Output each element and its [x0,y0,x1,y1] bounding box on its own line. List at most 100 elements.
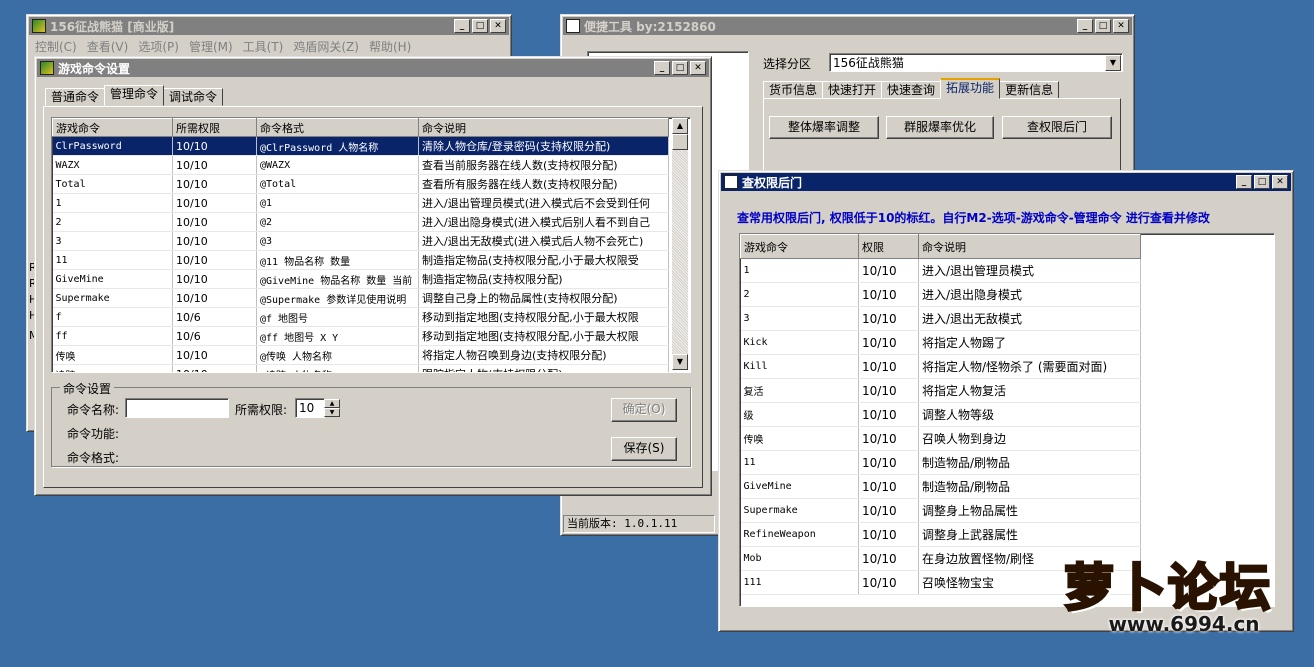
cell-command: 11 [52,250,173,270]
save-button[interactable]: 保存(S) [611,437,677,461]
cell-description: 调整人物等级 [918,402,1141,427]
close-icon[interactable]: ✕ [690,61,706,75]
menu-tools[interactable]: 工具(T) [239,38,288,55]
maximize-icon[interactable]: □ [1254,175,1270,189]
main-window-titlebar[interactable]: 156征战熊猫 [商业版] _ □ ✕ [29,17,509,35]
game-cmd-titlebar[interactable]: 游戏命令设置 _ □ ✕ [37,59,709,77]
tab-normal-commands[interactable]: 普通命令 [45,88,106,106]
col-command[interactable]: 游戏命令 [52,118,173,137]
maximize-icon[interactable]: □ [672,61,688,75]
spin-down-icon[interactable]: ▼ [324,408,340,417]
overall-droprate-button[interactable]: 整体爆率调整 [769,116,879,139]
col-permission[interactable]: 权限 [858,234,919,259]
scroll-up-icon[interactable]: ▲ [672,118,688,134]
minimize-icon[interactable]: _ [454,19,470,33]
cell-description: 制造指定物品(支持权限分配) [418,269,669,289]
col-description[interactable]: 命令说明 [418,118,669,137]
table-row[interactable]: 1 10/10 进入/退出管理员模式 [740,258,1141,283]
tab-extensions[interactable]: 拓展功能 [940,78,1001,99]
table-row[interactable]: 3 10/10 @3 进入/退出无敌模式(进入模式后人物不会死亡) [52,231,669,251]
table-row[interactable]: 传唤 10/10 召唤人物到身边 [740,426,1141,451]
tab-updates[interactable]: 更新信息 [999,81,1060,99]
cell-command: 11 [740,450,859,475]
table-row[interactable]: 2 10/10 @2 进入/退出隐身模式(进入模式后别人看不到自己 [52,212,669,232]
cell-format: @f 地图号 [256,307,419,327]
cell-permission: 10/10 [858,402,919,427]
cell-format: @ClrPassword 人物名称 [256,136,419,156]
menu-manage[interactable]: 管理(M) [185,38,237,55]
col-command[interactable]: 游戏命令 [740,234,859,259]
quick-tools-titlebar[interactable]: 便捷工具 by:2152860 _ □ ✕ [563,17,1132,35]
cell-format: @Total [256,174,419,194]
table-row[interactable]: Total 10/10 @Total 查看所有服务器在线人数(支持权限分配) [52,174,669,194]
col-format[interactable]: 命令格式 [256,118,419,137]
close-icon[interactable]: ✕ [1272,175,1288,189]
table-row[interactable]: Kill 10/10 将指定人物/怪物杀了 (需要面对面) [740,354,1141,379]
maximize-icon[interactable]: □ [1095,19,1111,33]
cell-command: Kill [740,354,859,379]
menu-options[interactable]: 选项(P) [134,38,183,55]
tab-debug-commands[interactable]: 调试命令 [163,88,224,106]
table-row[interactable]: WAZX 10/10 @WAZX 查看当前服务器在线人数(支持权限分配) [52,155,669,175]
menu-help[interactable]: 帮助(H) [365,38,415,55]
cell-command: 3 [740,306,859,331]
scroll-down-icon[interactable]: ▼ [672,354,688,370]
scroll-thumb[interactable] [672,134,688,150]
table-row[interactable]: 复活 10/10 将指定人物复活 [740,378,1141,403]
cell-description: 进入/退出隐身模式(进入模式后别人看不到自己 [418,212,669,232]
menu-view[interactable]: 查看(V) [83,38,133,55]
cell-description: 跟踪指定人物(支持权限分配) [418,364,669,372]
table-row[interactable]: 2 10/10 进入/退出隐身模式 [740,282,1141,307]
command-name-input[interactable] [125,398,229,418]
menu-control[interactable]: 控制(C) [31,38,81,55]
close-icon[interactable]: ✕ [1113,19,1129,33]
tab-quick-query[interactable]: 快速查询 [881,81,942,99]
table-row[interactable]: f 10/6 @f 地图号 移动到指定地图(支持权限分配,小于最大权限 [52,307,669,327]
cell-permission: 10/10 [858,426,919,451]
cell-permission: 10/10 [172,288,257,308]
col-permission[interactable]: 所需权限 [172,118,257,137]
minimize-icon[interactable]: _ [1236,175,1252,189]
table-row[interactable]: 1 10/10 @1 进入/退出管理员模式(进入模式后不会受到任何 [52,193,669,213]
spin-up-icon[interactable]: ▲ [324,399,340,408]
table-row[interactable]: ClrPassword 10/10 @ClrPassword 人物名称 清除人物仓库/… [52,136,669,156]
table-row[interactable]: RefineWeapon 10/10 调整身上武器属性 [740,522,1141,547]
partition-select[interactable]: 156征战熊猫 ▼ [829,53,1123,72]
table-row[interactable]: Supermake 10/10 调整身上物品属性 [740,498,1141,523]
table-row[interactable]: GiveMine 10/10 @GiveMine 物品名称 数量 当前 制造指定物品(… [52,269,669,289]
required-permission-input[interactable]: 10 [295,398,325,418]
minimize-icon[interactable]: _ [654,61,670,75]
col-description[interactable]: 命令说明 [918,234,1141,259]
cell-command: ff [52,326,173,346]
menu-gateway[interactable]: 鸡盾网关(Z) [289,38,363,55]
minimize-icon[interactable]: _ [1077,19,1093,33]
tab-admin-commands[interactable]: 管理命令 [104,85,165,106]
maximize-icon[interactable]: □ [472,19,488,33]
cell-command: 传唤 [740,426,859,451]
tab-quick-open[interactable]: 快速打开 [822,81,883,99]
watermark-text: 萝卜论坛 [1063,559,1272,618]
backdoor-titlebar[interactable]: 查权限后门 _ □ ✕ [721,173,1291,191]
table-row[interactable]: Supermake 10/10 @Supermake 参数详见使用说明 调整自己身上的… [52,288,669,308]
group-droprate-button[interactable]: 群服爆率优化 [886,116,994,139]
chevron-down-icon[interactable]: ▼ [1105,55,1121,71]
table-row[interactable]: 11 10/10 制造物品/刷物品 [740,450,1141,475]
permission-spinner[interactable]: ▲ ▼ [324,399,340,417]
cell-command: GiveMine [52,269,173,289]
table-row[interactable]: GiveMine 10/10 制造物品/刷物品 [740,474,1141,499]
table-row[interactable]: 3 10/10 进入/退出无敌模式 [740,306,1141,331]
cell-description: 进入/退出无敌模式(进入模式后人物不会死亡) [418,231,669,251]
table-row[interactable]: 11 10/10 @11 物品名称 数量 制造指定物品(支持权限分配,小于最大权限受 [52,250,669,270]
cell-permission: 10/10 [172,269,257,289]
cell-permission: 10/6 [172,307,257,327]
table-row[interactable]: 追踪10/10@追踪 人物名称跟踪指定人物(支持权限分配) [52,364,669,372]
command-table-scrollbar[interactable]: ▲ ▼ [672,118,688,370]
check-backdoor-button[interactable]: 查权限后门 [1002,116,1112,139]
table-row[interactable]: Kick 10/10 将指定人物踢了 [740,330,1141,355]
table-row[interactable]: 级 10/10 调整人物等级 [740,402,1141,427]
table-row[interactable]: 传唤 10/10 @传唤 人物名称 将指定人物召唤到身边(支持权限分配) [52,345,669,365]
table-row[interactable]: ff 10/6 @ff 地图号 X Y 移动到指定地图(支持权限分配,小于最大权限 [52,326,669,346]
tab-currency[interactable]: 货币信息 [763,81,824,99]
close-icon[interactable]: ✕ [490,19,506,33]
ok-button[interactable]: 确定(O) [611,398,677,422]
